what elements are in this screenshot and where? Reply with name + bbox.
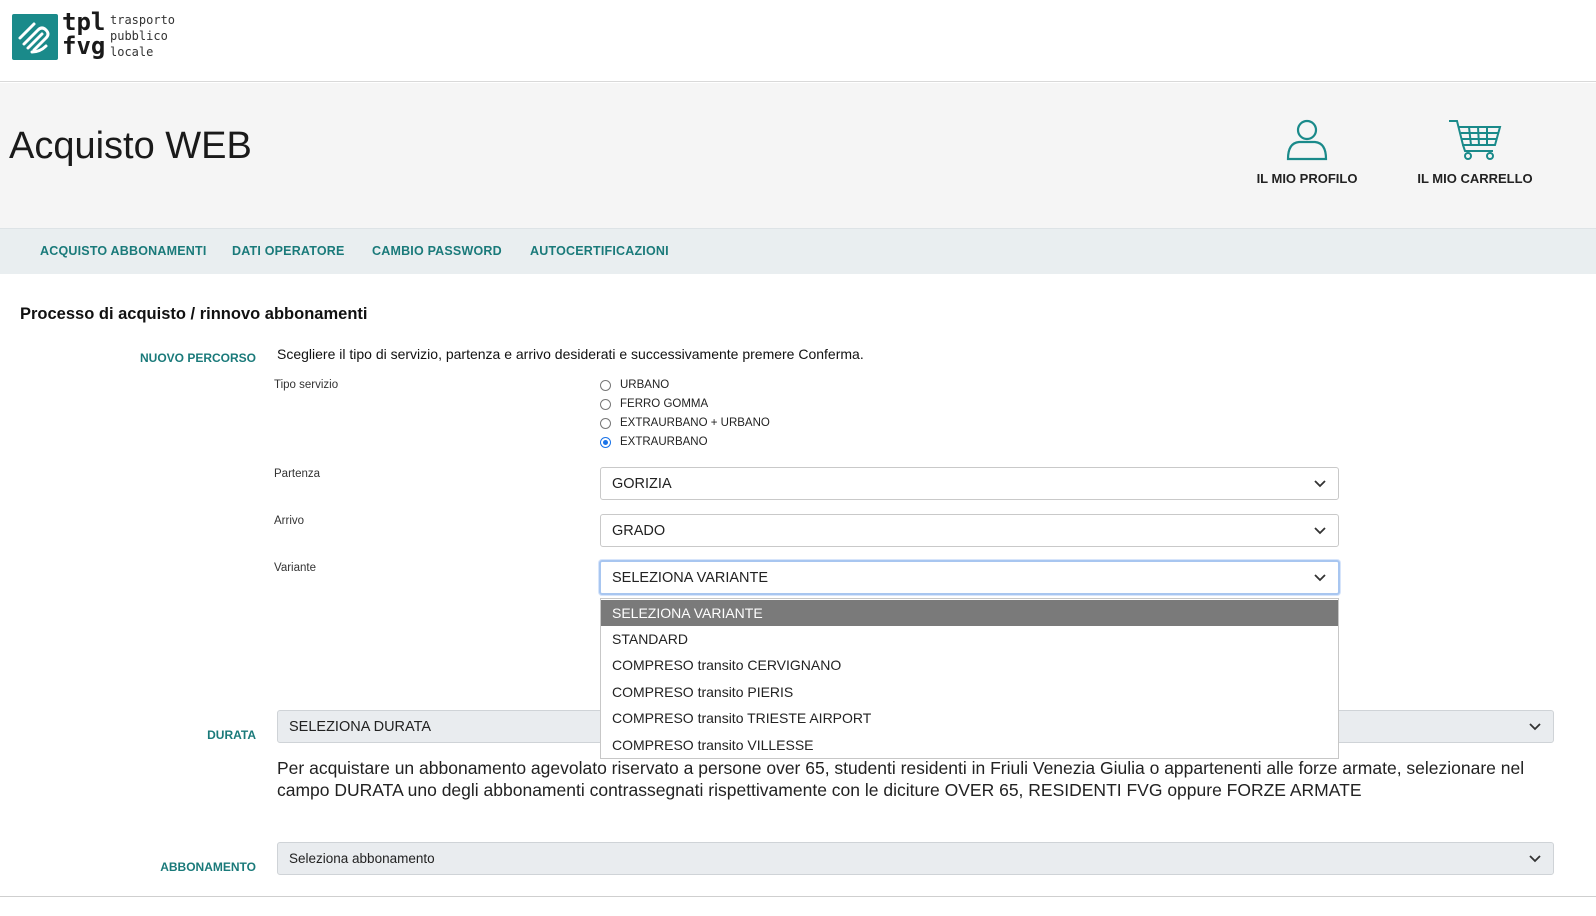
dropdown-option[interactable]: COMPRESO transito PIERIS <box>601 679 1338 705</box>
abbonamento-value: Seleziona abbonamento <box>289 851 435 866</box>
top-bar: tpl fvg trasporto pubblico locale <box>0 0 1596 82</box>
variante-select[interactable]: SELEZIONA VARIANTE <box>599 560 1340 595</box>
user-icon <box>1286 119 1328 161</box>
variante-label: Variante <box>274 562 316 574</box>
tpl-fvg-logo-icon[interactable] <box>12 14 58 60</box>
arrivo-value: GRADO <box>612 523 666 539</box>
nav-acquisto-abbonamenti[interactable]: ACQUISTO ABBONAMENTI <box>40 244 207 258</box>
radio-label: EXTRAURBANO <box>620 436 708 448</box>
radio-button[interactable] <box>600 399 611 410</box>
chevron-down-icon <box>1529 855 1541 863</box>
logo-sub-line1: trasporto <box>110 13 176 27</box>
variante-dropdown-list: SELEZIONA VARIANTE STANDARD COMPRESO tra… <box>600 598 1339 759</box>
durata-value: SELEZIONA DURATA <box>289 719 432 735</box>
logo-wordmark: tpl fvg <box>62 10 105 58</box>
chevron-down-icon <box>1314 480 1326 488</box>
logo-fvg-text: fvg <box>62 32 106 60</box>
my-profile-button[interactable]: IL MIO PROFILO <box>1252 117 1362 186</box>
radio-label: EXTRAURBANO + URBANO <box>620 417 770 429</box>
dropdown-option[interactable]: STANDARD <box>601 626 1338 652</box>
dropdown-option[interactable]: SELEZIONA VARIANTE <box>601 600 1338 626</box>
abbonamento-select[interactable]: Seleziona abbonamento <box>277 842 1554 875</box>
agevolazioni-note: Per acquistare un abbonamento agevolato … <box>277 758 1525 800</box>
durata-label: DURATA <box>207 728 256 742</box>
chevron-down-icon <box>1314 527 1326 535</box>
chevron-down-icon <box>1314 574 1326 582</box>
tipo-servizio-label: Tipo servizio <box>274 379 339 391</box>
my-cart-button[interactable]: IL MIO CARRELLO <box>1412 117 1538 186</box>
abbonamento-label: ABBONAMENTO <box>160 860 256 874</box>
logo-sub-line2: pubblico <box>110 29 168 43</box>
chevron-down-icon <box>1529 723 1541 731</box>
my-profile-label: IL MIO PROFILO <box>1256 171 1358 186</box>
instructions-text: Scegliere il tipo di servizio, partenza … <box>277 346 864 362</box>
radio-label: FERRO GOMMA <box>620 398 709 410</box>
radio-button-checked[interactable] <box>600 437 611 448</box>
nuovo-percorso-label: NUOVO PERCORSO <box>139 351 256 365</box>
radio-button[interactable] <box>600 380 611 391</box>
nav-autocertificazioni[interactable]: AUTOCERTIFICAZIONI <box>530 244 669 258</box>
dropdown-option[interactable]: COMPRESO transito VILLESSE <box>601 732 1338 758</box>
logo-sub-line3: locale <box>110 45 154 59</box>
partenza-label: Partenza <box>274 468 321 480</box>
page-title: Acquisto WEB <box>9 125 252 167</box>
dropdown-option[interactable]: COMPRESO transito CERVIGNANO <box>601 652 1338 678</box>
nav-cambio-password[interactable]: CAMBIO PASSWORD <box>372 244 502 258</box>
partenza-value: GORIZIA <box>612 476 672 492</box>
nav-dati-operatore[interactable]: DATI OPERATORE <box>232 244 345 258</box>
divider <box>0 896 1596 897</box>
radio-button[interactable] <box>600 418 611 429</box>
shopping-cart-icon <box>1449 120 1502 160</box>
arrivo-select[interactable]: GRADO <box>600 514 1339 547</box>
arrivo-label: Arrivo <box>274 515 305 527</box>
page-header: Acquisto WEB IL MIO PROFILO IL MIO CARRE… <box>0 83 1596 228</box>
logo-subtitle: trasporto pubblico locale <box>110 12 175 60</box>
partenza-select[interactable]: GORIZIA <box>600 467 1339 500</box>
section-title: Processo di acquisto / rinnovo abbonamen… <box>20 305 368 323</box>
variante-value: SELEZIONA VARIANTE <box>612 570 769 586</box>
logo-tpl-text: tpl <box>62 8 106 36</box>
my-cart-label: IL MIO CARRELLO <box>1417 171 1533 186</box>
dropdown-option[interactable]: COMPRESO transito TRIESTE AIRPORT <box>601 705 1338 731</box>
main-navigation: ACQUISTO ABBONAMENTI DATI OPERATORE CAMB… <box>0 228 1596 274</box>
radio-label: URBANO <box>620 379 670 391</box>
